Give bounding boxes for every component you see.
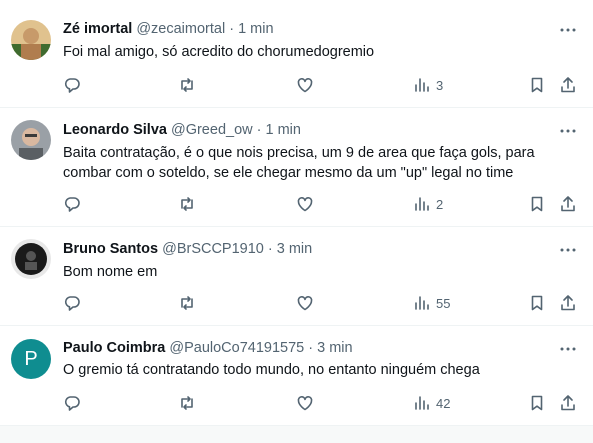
display-name[interactable]: Paulo Coimbra [63,340,165,356]
next-tweet-edge [0,426,593,443]
timestamp[interactable]: 3 min [277,241,312,257]
like-button[interactable] [296,194,314,214]
avatar-letter: P [24,348,38,370]
handle[interactable]: @Greed_ow [171,122,253,138]
retweet-icon [181,78,193,92]
avatar[interactable] [11,239,51,279]
separator: · [308,340,314,356]
separator: · [256,122,262,138]
reply-button[interactable] [63,194,81,214]
tweet-text: Baita contratação, é o que nois precisa,… [63,145,535,181]
share-icon [561,77,575,93]
handle[interactable]: @PauloCo74191575 [169,340,304,356]
tweet-header: Zé imortal @zecaimortal · 1 min [63,19,274,39]
timestamp[interactable]: 3 min [317,340,352,356]
retweet-button[interactable] [178,194,196,214]
tweet[interactable]: Zé imortal @zecaimortal · 1 min Foi mal … [0,0,593,108]
retweet-button[interactable] [178,293,196,313]
views-button[interactable]: 2 [413,194,443,214]
display-name[interactable]: Zé imortal [63,21,132,37]
share-button[interactable] [559,393,577,413]
reply-icon [64,197,80,212]
action-bar: 55 [0,293,593,317]
reply-button[interactable] [63,293,81,313]
bookmark-icon [531,395,543,411]
bookmark-icon [531,77,543,93]
reply-icon [64,296,80,311]
like-icon [297,395,313,411]
views-icon [415,78,429,92]
action-bar: 42 [0,393,593,417]
retweet-icon [181,396,193,410]
bookmark-icon [531,295,543,311]
avatar[interactable] [11,20,51,60]
bookmark-button[interactable] [528,194,546,214]
timestamp[interactable]: 1 min [238,21,273,37]
views-button[interactable]: 55 [413,293,450,313]
tweet-text: Foi mal amigo, só acredito do chorumedog… [63,44,375,60]
bookmark-button[interactable] [528,75,546,95]
like-button[interactable] [296,75,314,95]
bookmark-button[interactable] [528,393,546,413]
more-icon[interactable] [559,122,577,140]
retweet-icon [181,197,193,211]
share-button[interactable] [559,194,577,214]
views-button[interactable]: 42 [413,393,450,413]
bookmark-icon [531,196,543,212]
views-count: 2 [436,196,444,212]
action-bar: 3 [0,75,593,99]
views-count: 55 [436,295,451,311]
timestamp[interactable]: 1 min [266,122,301,138]
share-button[interactable] [559,75,577,95]
like-button[interactable] [296,393,314,413]
like-icon [297,196,313,212]
separator: · [267,241,273,257]
views-count: 42 [436,395,451,411]
reply-button[interactable] [63,75,81,95]
tweet[interactable]: P Paulo Coimbra @PauloCo74191575 · 3 min… [0,326,593,426]
views-icon [415,296,429,310]
share-icon [561,395,575,411]
handle[interactable]: @BrSCCP1910 [162,241,264,257]
more-icon[interactable] [559,21,577,39]
views-button[interactable]: 3 [413,75,443,95]
display-name[interactable]: Leonardo Silva [63,122,167,138]
tweet-header: Paulo Coimbra @PauloCo74191575 · 3 min [63,338,353,358]
bookmark-button[interactable] [528,293,546,313]
handle[interactable]: @zecaimortal [136,21,225,37]
more-icon[interactable] [559,340,577,358]
more-icon[interactable] [559,241,577,259]
like-button[interactable] [296,293,314,313]
reply-button[interactable] [63,393,81,413]
avatar[interactable]: P [11,339,51,379]
share-button[interactable] [559,293,577,313]
display-name[interactable]: Bruno Santos [63,241,158,257]
like-icon [297,295,313,311]
tweet-header: Leonardo Silva @Greed_ow · 1 min [63,120,301,140]
tweet-header: Bruno Santos @BrSCCP1910 · 3 min [63,239,312,259]
tweet-text: O gremio tá contratando todo mundo, no e… [63,362,480,378]
views-icon [415,396,429,410]
retweet-button[interactable] [178,393,196,413]
share-icon [561,295,575,311]
action-bar: 2 [0,194,593,218]
tweet-text: Bom nome em [63,264,158,280]
views-icon [415,197,429,211]
views-count: 3 [436,77,444,93]
separator: · [229,21,235,37]
reply-feed: Zé imortal @zecaimortal · 1 min Foi mal … [0,0,593,443]
retweet-button[interactable] [178,75,196,95]
like-icon [297,77,313,93]
share-icon [561,196,575,212]
reply-icon [64,396,80,411]
tweet[interactable]: Leonardo Silva @Greed_ow · 1 min Baita c… [0,108,593,227]
avatar[interactable] [11,120,51,160]
tweet[interactable]: Bruno Santos @BrSCCP1910 · 3 min Bom nom… [0,227,593,326]
reply-icon [64,78,80,93]
retweet-icon [181,296,193,310]
